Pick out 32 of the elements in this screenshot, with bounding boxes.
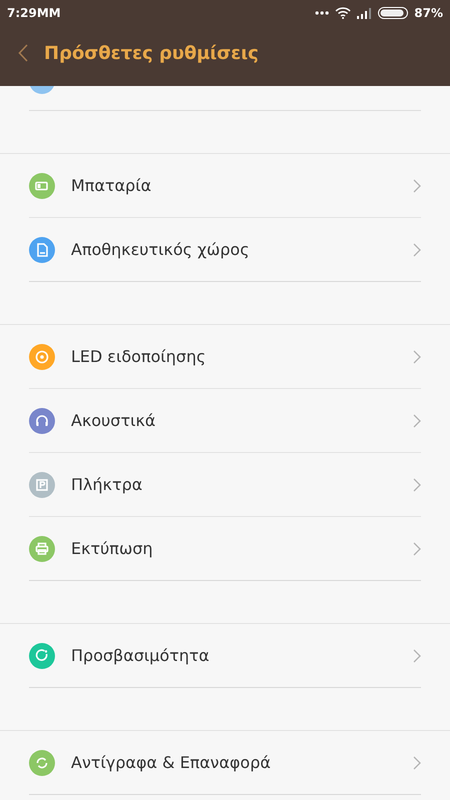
chevron-right-icon (413, 414, 421, 428)
item-label: Προσβασιμότητα (71, 646, 210, 665)
settings-item[interactable]: Μπαταρία (29, 154, 421, 218)
chevron-right-icon (413, 648, 421, 662)
item-label: Μπαταρία (71, 176, 152, 195)
settings-item[interactable]: Εκτύπωση (29, 517, 421, 581)
settings-item[interactable]: LED ειδοποίησης (29, 325, 421, 389)
status-time: 7:29MM (7, 6, 61, 20)
screen-title: Πρόσθετες ρυθμίσεις (44, 42, 259, 64)
item-label: Πλήκτρα (71, 475, 144, 494)
settings-item[interactable]: Προσβασιμότητα (29, 624, 421, 688)
settings-item[interactable]: Αντίγραφα & Επαναφορά (29, 731, 421, 795)
battery-status-icon (378, 7, 408, 19)
chevron-right-icon (413, 478, 421, 492)
item-label: Αποθηκευτικός χώρος (71, 240, 250, 259)
settings-item[interactable]: Ακουστικά (29, 389, 421, 453)
settings-item[interactable]: Πλήκτρα (29, 453, 421, 517)
item-label: Εκτύπωση (71, 539, 154, 558)
back-icon[interactable] (18, 44, 28, 62)
item-label: Αντίγραφα & Επαναφορά (71, 753, 272, 772)
signal-icon (357, 8, 372, 18)
item-label: Ακουστικά (71, 411, 157, 430)
more-dots-icon (315, 11, 330, 15)
chevron-right-icon (413, 542, 421, 556)
settings-item[interactable]: Αποθηκευτικός χώρος (29, 218, 421, 282)
chevron-right-icon (413, 756, 421, 770)
chevron-right-icon (413, 350, 421, 364)
chevron-right-icon (413, 178, 421, 192)
item-label: LED ειδοποίησης (71, 347, 207, 366)
chevron-right-icon (413, 242, 421, 256)
battery-percent: 87% (414, 6, 443, 20)
wifi-icon (335, 7, 352, 19)
